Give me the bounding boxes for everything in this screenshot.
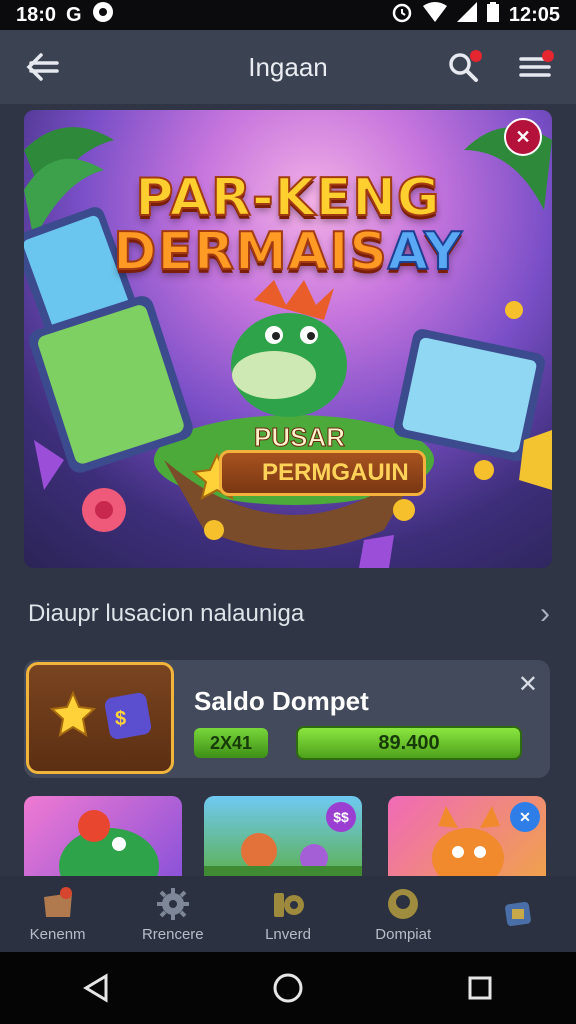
back-button[interactable] bbox=[22, 46, 64, 88]
wallet-art: $ bbox=[49, 690, 152, 740]
nav-item-dompiat[interactable]: Dompiat bbox=[346, 876, 461, 952]
alarm-icon bbox=[391, 1, 413, 29]
banner-subtitle-small: PUSAR bbox=[253, 422, 346, 453]
banner-title-line2-tail: AY bbox=[387, 221, 463, 283]
system-back-button[interactable] bbox=[76, 968, 116, 1008]
wallet-title: Saldo Dompet bbox=[194, 686, 369, 716]
menu-button[interactable] bbox=[514, 46, 556, 88]
wallet-card[interactable]: $ Saldo Dompet ✕ 2X41 89.400 bbox=[24, 660, 550, 778]
nav-item-gift[interactable] bbox=[461, 876, 576, 952]
google-icon: G bbox=[66, 3, 82, 26]
wifi-icon bbox=[422, 2, 447, 28]
nav-label: Rrencere bbox=[141, 925, 204, 943]
system-recents-button[interactable] bbox=[460, 968, 500, 1008]
shop-icon bbox=[38, 886, 78, 922]
home-circle-icon bbox=[273, 973, 303, 1003]
chevron-right-icon[interactable]: › bbox=[540, 597, 550, 631]
game-tile[interactable]: ✕ bbox=[388, 796, 546, 880]
system-navigation-bar bbox=[0, 952, 576, 1024]
wallet-thumbnail: $ bbox=[26, 662, 174, 774]
nav-item-lnverd[interactable]: Lnverd bbox=[230, 876, 345, 952]
nav-label: Lnverd bbox=[265, 925, 311, 943]
signal-icon bbox=[456, 2, 477, 28]
status-time: 18:0 bbox=[16, 3, 57, 26]
tile-badge: ✕ bbox=[510, 802, 540, 832]
wallet-icon bbox=[383, 886, 423, 922]
game-tile[interactable] bbox=[24, 796, 182, 880]
reward-icon bbox=[268, 886, 308, 922]
svg-text:$: $ bbox=[115, 708, 126, 730]
app-header: Ingaan bbox=[0, 30, 576, 104]
system-home-button[interactable] bbox=[268, 968, 308, 1008]
wallet-balance-pill[interactable]: 89.400 bbox=[296, 726, 522, 760]
nav-label: Kenenm bbox=[29, 925, 86, 943]
promo-banner[interactable]: PAR-KENG DERMAISAY PUSAR PERMGAUIN ✕ bbox=[24, 110, 552, 568]
bottom-navigation: Kenenm Rrencere Lnverd Dompiat bbox=[0, 876, 576, 952]
tile-badge: $$ bbox=[326, 802, 356, 832]
page-title: Ingaan bbox=[248, 51, 328, 82]
status-clock: 12:05 bbox=[508, 3, 560, 26]
wallet-small-pill: 2X41 bbox=[194, 728, 268, 758]
nav-item-rrencere[interactable]: Rrencere bbox=[115, 876, 230, 952]
game-tile-art bbox=[59, 810, 159, 880]
search-button[interactable] bbox=[442, 46, 484, 88]
back-arrow-icon bbox=[26, 53, 59, 81]
close-icon[interactable]: ✕ bbox=[518, 670, 538, 699]
nav-label: Dompiat bbox=[375, 925, 432, 943]
status-bar: 18:0 G 12:05 bbox=[0, 0, 576, 30]
banner-subtitle-badge: PERMGAUIN bbox=[219, 450, 426, 496]
banner-title-line2-main: DERMAIS bbox=[112, 221, 388, 283]
game-tile[interactable]: $$ bbox=[204, 796, 362, 880]
app-notification-icon bbox=[92, 1, 114, 29]
banner-corner-badge[interactable]: ✕ bbox=[504, 118, 542, 156]
recents-square-icon bbox=[468, 976, 492, 1000]
nav-item-kenenm[interactable]: Kenenm bbox=[0, 876, 115, 952]
gift-icon bbox=[498, 894, 538, 930]
battery-icon bbox=[486, 2, 499, 28]
banner-title-line1: PAR-KENG bbox=[134, 167, 441, 229]
notification-dot bbox=[542, 50, 554, 62]
notification-dot bbox=[470, 50, 482, 62]
section-title: Diaupr lusacion nalauniga bbox=[28, 600, 305, 627]
banner-title-line2: DERMAISAY bbox=[24, 221, 552, 283]
triangle-back-icon bbox=[83, 973, 108, 1003]
section-header[interactable]: Diaupr lusacion nalauniga › bbox=[28, 596, 550, 632]
gear-icon bbox=[153, 886, 193, 922]
